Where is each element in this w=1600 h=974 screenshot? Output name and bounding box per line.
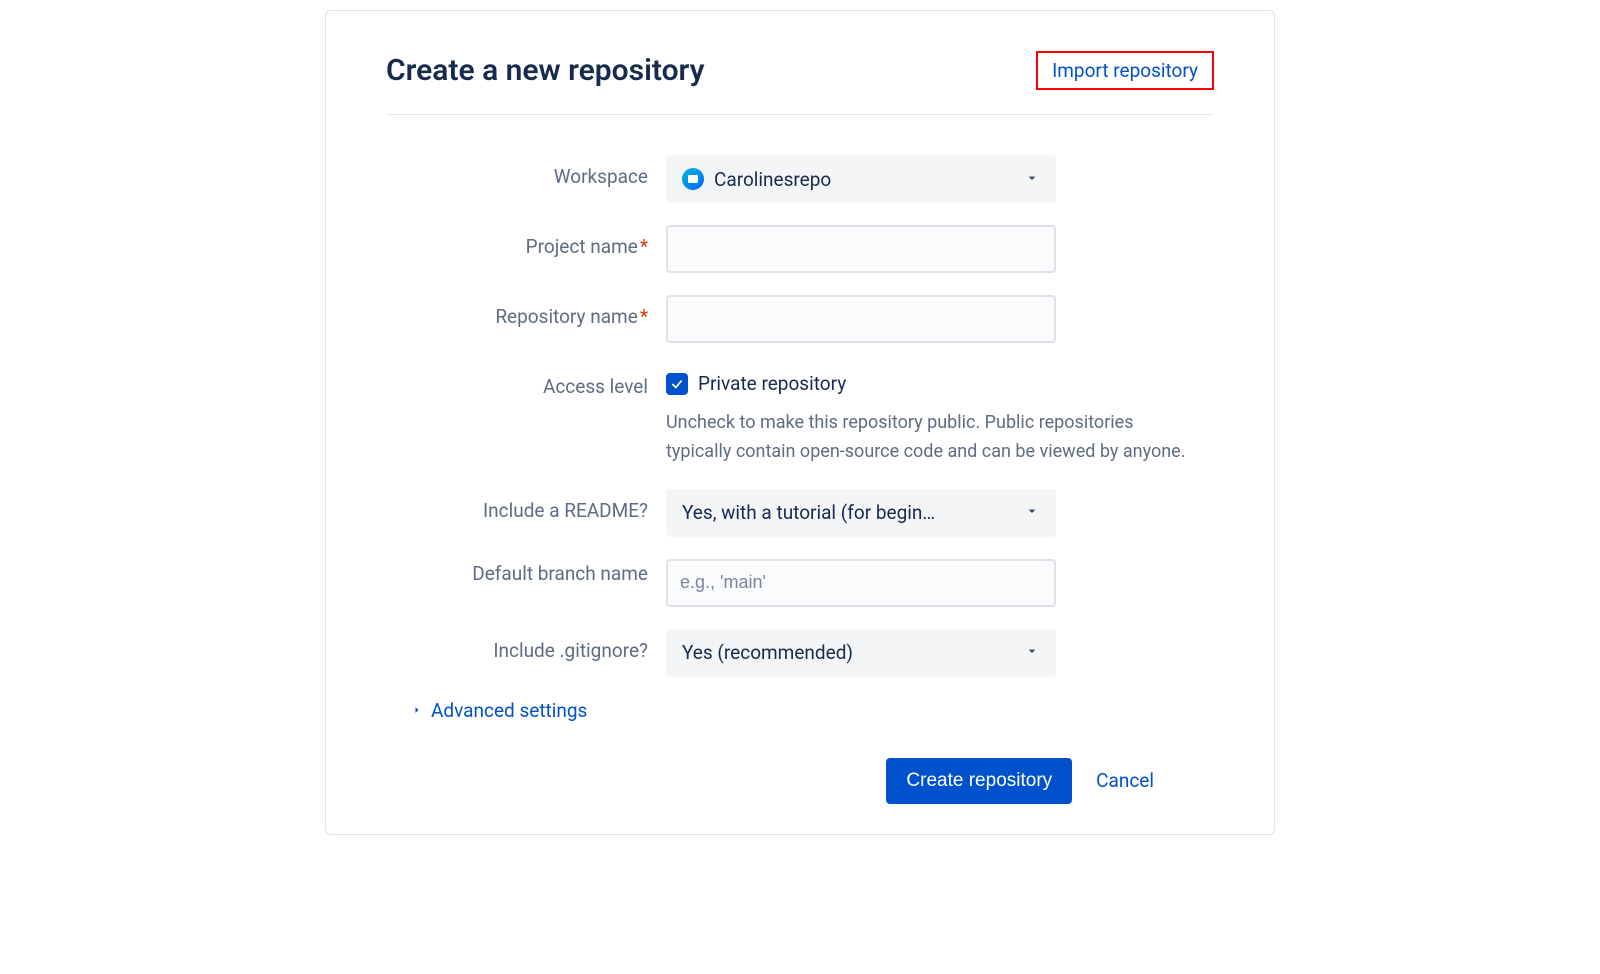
- access-level-label: Access level: [386, 365, 666, 398]
- readme-label: Include a README?: [386, 489, 666, 522]
- default-branch-label: Default branch name: [386, 559, 666, 588]
- repository-name-input[interactable]: [666, 295, 1056, 343]
- private-repo-checkbox-label: Private repository: [698, 372, 846, 395]
- chevron-right-icon: [411, 701, 423, 720]
- page-title: Create a new repository: [386, 53, 705, 88]
- gitignore-row: Include .gitignore? Yes (recommended): [386, 629, 1214, 677]
- repository-name-label: Repository name: [386, 295, 666, 328]
- cancel-link[interactable]: Cancel: [1096, 769, 1154, 792]
- project-name-label: Project name: [386, 225, 666, 258]
- workspace-label: Workspace: [386, 155, 666, 188]
- workspace-value: Carolinesrepo: [714, 168, 831, 191]
- workspace-row: Workspace Carolinesrepo: [386, 155, 1214, 203]
- default-branch-input[interactable]: [666, 559, 1056, 607]
- gitignore-label: Include .gitignore?: [386, 629, 666, 662]
- footer: Create repository Cancel: [386, 758, 1154, 804]
- import-repository-link[interactable]: Import repository: [1036, 51, 1214, 90]
- readme-row: Include a README? Yes, with a tutorial (…: [386, 489, 1214, 537]
- create-repo-card: Create a new repository Import repositor…: [325, 10, 1275, 835]
- repository-name-row: Repository name: [386, 295, 1214, 343]
- default-branch-row: Default branch name: [386, 559, 1214, 607]
- access-level-help: Uncheck to make this repository public. …: [666, 409, 1186, 467]
- workspace-select[interactable]: Carolinesrepo: [666, 155, 1056, 203]
- project-name-row: Project name: [386, 225, 1214, 273]
- project-name-input[interactable]: [666, 225, 1056, 273]
- create-repository-button[interactable]: Create repository: [886, 758, 1072, 804]
- private-repo-checkbox[interactable]: [666, 373, 688, 395]
- chevron-down-icon: [1024, 168, 1040, 191]
- readme-value: Yes, with a tutorial (for begin…: [682, 501, 935, 524]
- advanced-settings-toggle[interactable]: Advanced settings: [411, 699, 1214, 722]
- advanced-settings-label: Advanced settings: [431, 699, 587, 722]
- readme-select[interactable]: Yes, with a tutorial (for begin…: [666, 489, 1056, 537]
- workspace-avatar-icon: [682, 168, 704, 190]
- gitignore-select[interactable]: Yes (recommended): [666, 629, 1056, 677]
- access-level-row: Access level Private repository Uncheck …: [386, 365, 1214, 467]
- card-header: Create a new repository Import repositor…: [386, 51, 1214, 115]
- gitignore-value: Yes (recommended): [682, 641, 853, 664]
- chevron-down-icon: [1024, 641, 1040, 664]
- chevron-down-icon: [1024, 501, 1040, 524]
